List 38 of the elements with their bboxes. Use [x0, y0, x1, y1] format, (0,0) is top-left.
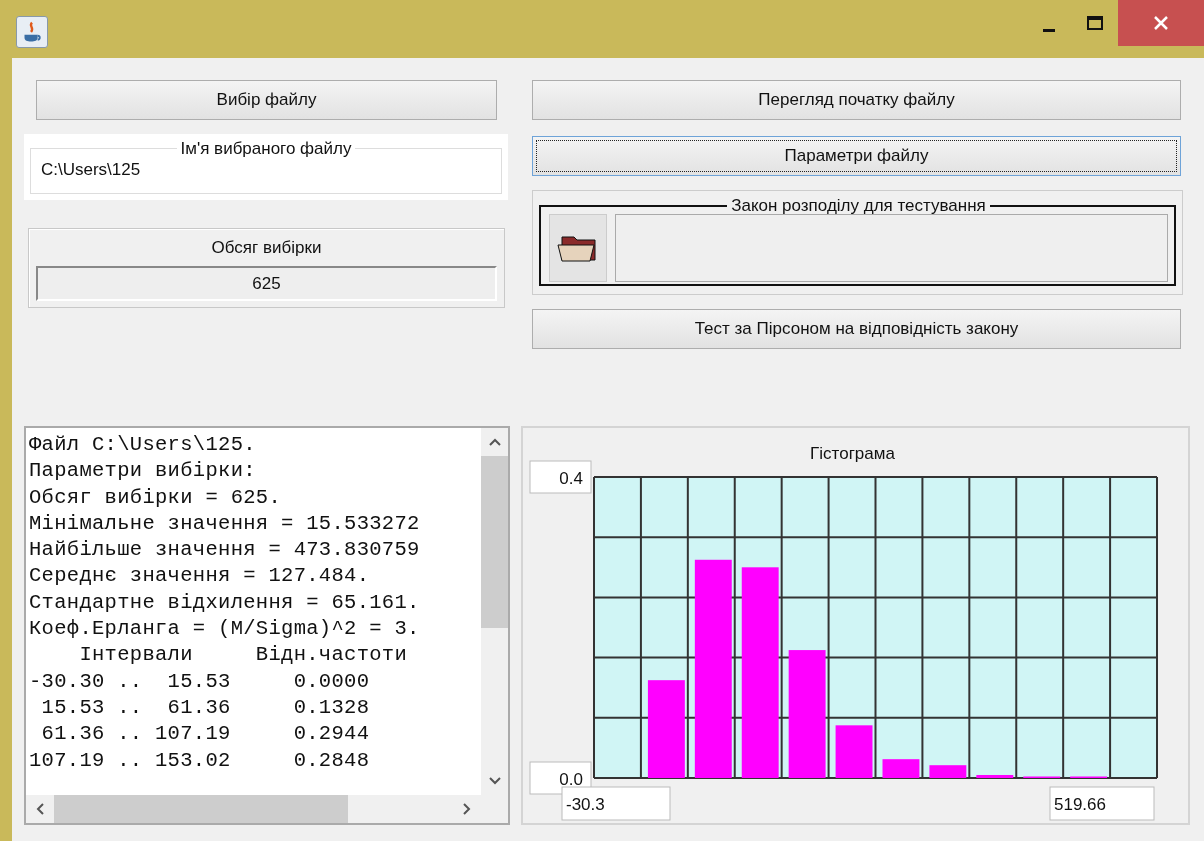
output-line: 107.19 .. 153.02 0.2848: [29, 747, 371, 774]
maximize-icon: [1087, 16, 1103, 30]
axis-label-box: 519.66: [1049, 786, 1155, 821]
output-line: Інтервали Відн.частоти: [78, 642, 409, 669]
output-line: 15.53 .. 61.36 0.1328: [40, 694, 371, 721]
scrollbar-thumb[interactable]: [54, 795, 348, 823]
scrollbar-thumb[interactable]: [481, 456, 508, 628]
folder-button[interactable]: [549, 214, 607, 282]
preview-button[interactable]: Перегляд початку файлу: [532, 80, 1181, 120]
output-line: Обсяг вибірки = 625.: [29, 484, 283, 511]
output-line: Стандартне відхилення = 65.161.: [29, 589, 421, 616]
vertical-scrollbar[interactable]: [481, 428, 508, 795]
y-tick-label: 0.4: [559, 469, 583, 488]
parameters-button[interactable]: Параметри файлу: [532, 136, 1181, 176]
output-line: -30.30 .. 15.53 0.0000: [29, 668, 371, 695]
minimize-icon: [1043, 28, 1055, 32]
output-line: 61.36 .. 107.19 0.2944: [40, 721, 371, 748]
close-icon: [1153, 15, 1169, 31]
output-line: Параметри вибірки:: [29, 458, 257, 485]
law-field[interactable]: [615, 214, 1168, 282]
sample-size-label: Обсяг вибірки: [210, 236, 323, 259]
output-line: Мінімальне значення = 15.533272: [29, 510, 421, 537]
output-line: Коеф.Ерланга = (M/Sigma)^2 = 3.: [29, 616, 421, 643]
horizontal-scrollbar[interactable]: [26, 795, 481, 823]
sample-size-field: 625: [36, 266, 497, 301]
cup-icon: [16, 16, 48, 48]
group-title: Закон розподілу для тестування: [730, 197, 987, 214]
pearson-test-button[interactable]: Тест за Пірсоном на відповідність закону: [532, 309, 1181, 349]
output-line: Файл C:\Users\125.: [29, 432, 257, 458]
output-line: Найбільше значення = 473.830759: [29, 537, 421, 564]
y-tick-label: 0.0: [559, 770, 583, 789]
choose-file-button[interactable]: Вибір файлу: [36, 80, 497, 120]
file-path: C:\Users\125: [41, 159, 142, 181]
axis-label-box: -30.3: [561, 786, 671, 821]
output-line: Середнє значення = 127.484.: [29, 563, 371, 590]
axis-label-box: 0.4: [529, 460, 592, 494]
chart-title: Гістограма: [810, 444, 895, 463]
group-title: Ім'я вибраного файлу: [179, 140, 353, 157]
